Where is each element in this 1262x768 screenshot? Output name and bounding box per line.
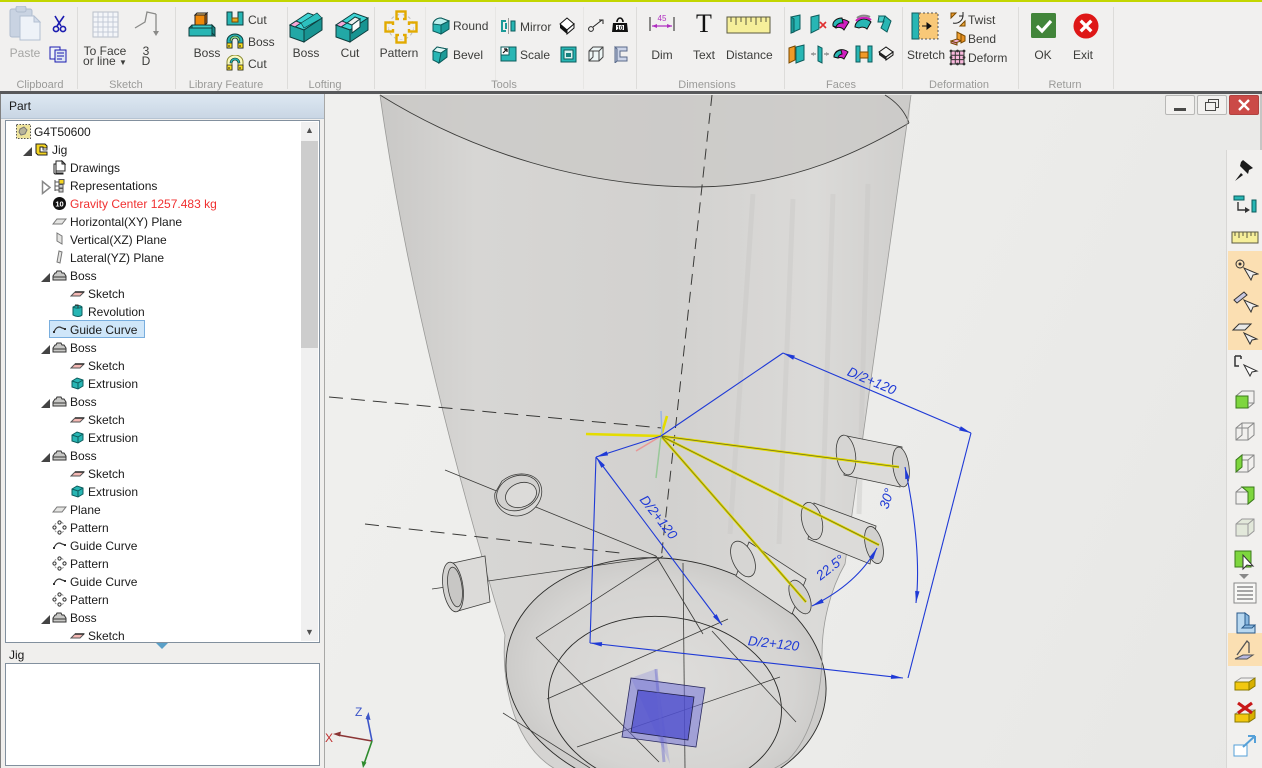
svg-text:10: 10: [55, 200, 63, 209]
svg-text:T: T: [696, 11, 712, 35]
svg-text:Z: Z: [355, 705, 362, 719]
svg-text:X: X: [325, 731, 333, 745]
svg-text:45: 45: [658, 14, 667, 23]
svg-text:10: 10: [617, 26, 624, 32]
svg-text:30°: 30°: [876, 486, 897, 511]
